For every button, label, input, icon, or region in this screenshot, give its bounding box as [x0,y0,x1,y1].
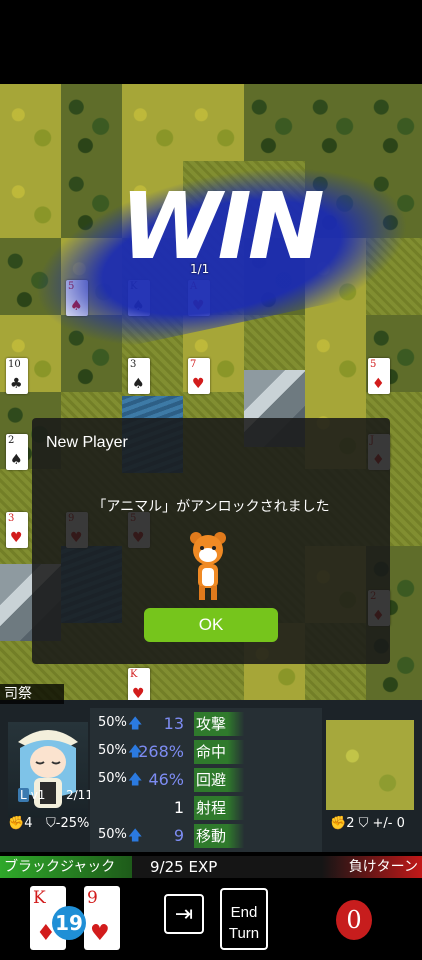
unit-level: Lv1 [18,788,45,802]
tile-grass[interactable] [305,315,366,392]
club-icon: ♣ [10,376,23,392]
terrain-defense: +/- 0 [372,816,405,831]
card-rank: 7 [190,359,197,370]
hand-total-badge: 19 [52,906,86,940]
animal-character-icon [190,532,226,600]
spade-icon: ♠ [10,452,23,468]
board-card[interactable]: 3 ♥ [6,512,28,548]
dialog-message: 「アニマル」がアンロックされました [92,499,330,515]
exit-icon: ⇥ [174,901,194,926]
card-rank: 10 [8,359,21,370]
stat-percent: 50% [98,771,127,786]
stat-value: 9 [173,826,184,845]
unit-portrait-icon [8,722,88,818]
terrain-preview [326,720,414,810]
shield-icon: ⛉ [358,816,369,831]
card-rank: 3 [8,513,15,524]
unit-count: 2/11 [66,788,93,802]
game-mode-label: ブラックジャック [0,856,132,878]
dialog-title: New Player [46,434,128,451]
attack-value: 4 [24,816,33,831]
tile-grass[interactable] [0,84,61,161]
unit-status-panel: 司祭 Lv1 2/11 ✊4 ⛉-25% 50% 🡅 13 攻撃 50% 🡅 2… [0,684,422,852]
end-turn-button[interactable]: End Turn [220,888,268,950]
stat-name: 移動 [194,824,250,848]
stat-percent: 50% [98,715,127,730]
tile-forest[interactable] [61,84,122,161]
card-rank: 2 [8,435,15,446]
lose-count-badge: 0 [336,900,372,940]
status-bar: ブラックジャック 9/25 EXP 負けターン [0,856,422,878]
heart-icon: ♥ [10,530,23,546]
stat-move: 50% 🡅 9 移動 [98,824,322,848]
unit-attack: ✊4 [8,816,32,831]
unit-defense: ⛉-25% [46,816,89,831]
win-banner: WIN [120,173,325,280]
stat-accuracy: 50% 🡅 268% 命中 [98,740,322,764]
card-rank: 9 [87,888,98,908]
stat-value: 268% [138,742,184,761]
action-bar: K ♦ 9 ♥ 19 ⇥ End Turn 0 [0,878,422,960]
stats-panel: 50% 🡅 13 攻撃 50% 🡅 268% 命中 50% 🡅 46% 回避 1… [90,708,322,852]
stat-value: 1 [173,798,184,817]
end-turn-line2: Turn [228,925,260,942]
board-card[interactable]: 7 ♥ [188,358,210,394]
exit-button[interactable]: ⇥ [164,894,204,934]
stat-percent: 50% [98,743,127,758]
unlock-dialog: New Player 「アニマル」がアンロックされました OK [32,418,390,664]
exp-label: EXP [188,858,218,876]
fist-icon: ✊ [8,816,25,831]
ok-button[interactable]: OK [144,608,278,642]
diamond-icon: ♦ [372,376,385,392]
tile-forest[interactable] [244,84,305,161]
level-badge: L [18,788,29,802]
stat-name: 攻撃 [194,712,250,736]
exp-value: 9/25 [150,858,184,876]
stat-evasion: 50% 🡅 46% 回避 [98,768,322,792]
stat-range: 1 射程 [98,796,322,820]
card-rank: 3 [130,359,137,370]
card-rank: K [33,888,46,908]
hand-card[interactable]: 9 ♥ [84,886,120,950]
exp-display: 9/25 EXP [150,858,217,876]
lose-turn-label: 負けターン [322,856,422,878]
stat-percent: 50% [98,827,127,842]
stat-value: 46% [148,770,184,789]
shield-icon: ⛉ [46,816,56,831]
stat-value: 13 [163,714,184,733]
unit-hp-label: 1/1 [190,262,210,276]
card-rank: K [130,669,138,680]
tile-grass[interactable] [122,84,183,161]
board-card[interactable]: K ♥ [128,668,150,700]
heart-icon: ♥ [192,376,205,392]
stat-attack: 50% 🡅 13 攻撃 [98,712,322,736]
top-black-bar [0,0,422,84]
card-rank: 5 [370,359,377,370]
end-turn-line1: End [230,904,258,921]
defense-value: -25% [55,816,90,831]
spade-icon: ♠ [132,376,145,392]
unit-class-label: 司祭 [0,684,64,704]
stat-name: 回避 [194,768,250,792]
stat-name: 射程 [194,796,250,820]
tile-grass[interactable] [183,84,244,161]
level-value: v1 [30,788,46,802]
board-card[interactable]: 5 ♦ [368,358,390,394]
fist-icon: ✊ [330,816,347,831]
heart-icon: ♥ [90,921,110,946]
board-card[interactable]: 10 ♣ [6,358,28,394]
stat-name: 命中 [194,740,250,764]
terrain-attack: 2 [346,816,355,831]
terrain-stats: ✊2 ⛉ +/- 0 [330,816,405,831]
board-card[interactable]: 3 ♠ [128,358,150,394]
board-card[interactable]: 2 ♠ [6,434,28,470]
heart-icon: ♥ [132,686,145,700]
